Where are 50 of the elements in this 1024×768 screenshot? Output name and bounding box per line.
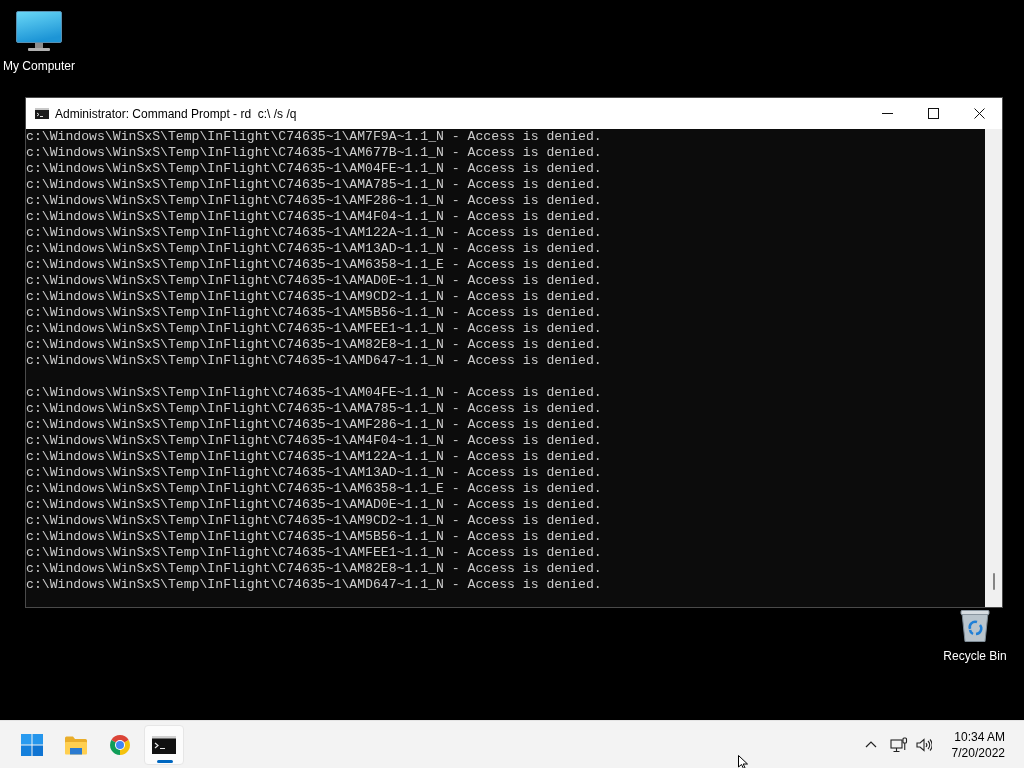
monitor-icon[interactable]	[16, 11, 62, 51]
console-line: c:\Windows\WinSxS\Temp\InFlight\C74635~1\AM5B56~1.1_N - Access is denied.	[26, 305, 602, 321]
desktop-icon-label: Recycle Bin	[943, 649, 1007, 663]
scrollbar-track[interactable]	[985, 129, 1002, 607]
console-line: c:\Windows\WinSxS\Temp\InFlight\C74635~1\AM7F9A~1.1_N - Access is denied.	[26, 129, 602, 145]
console-line: c:\Windows\WinSxS\Temp\InFlight\C74635~1\AMA785~1.1_N - Access is denied.	[26, 177, 602, 193]
console-line: c:\Windows\WinSxS\Temp\InFlight\C74635~1\AMAD0E~1.1_N - Access is denied.	[26, 497, 602, 513]
console-line: c:\Windows\WinSxS\Temp\InFlight\C74635~1\AMF286~1.1_N - Access is denied.	[26, 193, 602, 209]
folder-icon[interactable]	[64, 734, 88, 755]
console-line: c:\Windows\WinSxS\Temp\InFlight\C74635~1\AMFEE1~1.1_N - Access is denied.	[26, 545, 602, 561]
console-line: c:\Windows\WinSxS\Temp\InFlight\C74635~1\AM122A~1.1_N - Access is denied.	[26, 225, 602, 241]
console-line: c:\Windows\WinSxS\Temp\InFlight\C74635~1\AM6358~1.1_E - Access is denied.	[26, 257, 602, 273]
taskbar-button[interactable]	[144, 724, 184, 765]
console-line: c:\Windows\WinSxS\Temp\InFlight\C74635~1\AM04FE~1.1_N - Access is denied.	[26, 161, 602, 177]
console-line: c:\Windows\WinSxS\Temp\InFlight\C74635~1\AM4F04~1.1_N - Access is denied.	[26, 209, 602, 225]
minimize-icon[interactable]	[881, 113, 893, 114]
segmented-ring-icon[interactable]	[109, 733, 131, 756]
console-line: c:\Windows\WinSxS\Temp\InFlight\C74635~1\AMD647~1.1_N - Access is denied.	[26, 353, 602, 369]
console-line: c:\Windows\WinSxS\Temp\InFlight\C74635~1\AM9CD2~1.1_N - Access is denied.	[26, 289, 602, 305]
window-title: Administrator: Command Prompt - rd c:\ /s /q	[55, 105, 298, 123]
console-line: c:\Windows\WinSxS\Temp\InFlight\C74635~1\AMAD0E~1.1_N - Access is denied.	[26, 273, 602, 289]
clock-date[interactable]: 7/20/2022	[951, 744, 1005, 761]
active-indicator-icon	[157, 759, 173, 763]
console-line: c:\Windows\WinSxS\Temp\InFlight\C74635~1\AM82E8~1.1_N - Access is denied.	[26, 561, 602, 577]
four-squares-icon[interactable]	[21, 733, 43, 756]
console-line: c:\Windows\WinSxS\Temp\InFlight\C74635~1\AM5B56~1.1_N - Access is denied.	[26, 529, 602, 545]
console-line: c:\Windows\WinSxS\Temp\InFlight\C74635~1\AM677B~1.1_N - Access is denied.	[26, 145, 602, 161]
console-line: c:\Windows\WinSxS\Temp\InFlight\C74635~1\AM9CD2~1.1_N - Access is denied.	[26, 513, 602, 529]
clock-time[interactable]: 10:34 AM	[954, 728, 1005, 745]
trash-bin-icon[interactable]	[959, 610, 991, 642]
close-icon[interactable]	[973, 108, 985, 119]
console-line: c:\Windows\WinSxS\Temp\InFlight\C74635~1\AM4F04~1.1_N - Access is denied.	[26, 433, 602, 449]
terminal-icon	[35, 108, 49, 119]
console-line: c:\Windows\WinSxS\Temp\InFlight\C74635~1\AM6358~1.1_E - Access is denied.	[26, 481, 602, 497]
scrollbar-thumb[interactable]	[992, 573, 995, 590]
console-line: c:\Windows\WinSxS\Temp\InFlight\C74635~1\AM82E8~1.1_N - Access is denied.	[26, 337, 602, 353]
console-line: c:\Windows\WinSxS\Temp\InFlight\C74635~1\AM04FE~1.1_N - Access is denied.	[26, 385, 602, 401]
console-line: c:\Windows\WinSxS\Temp\InFlight\C74635~1\AMA785~1.1_N - Access is denied.	[26, 401, 602, 417]
console-line: c:\Windows\WinSxS\Temp\InFlight\C74635~1\AM13AD~1.1_N - Access is denied.	[26, 465, 602, 481]
console-line: c:\Windows\WinSxS\Temp\InFlight\C74635~1\AMD647~1.1_N - Access is denied.	[26, 577, 602, 593]
console-line: c:\Windows\WinSxS\Temp\InFlight\C74635~1\AM122A~1.1_N - Access is denied.	[26, 449, 602, 465]
chevron-up-icon[interactable]	[864, 741, 877, 748]
console-line: c:\Windows\WinSxS\Temp\InFlight\C74635~1\AMFEE1~1.1_N - Access is denied.	[26, 321, 602, 337]
speaker-icon[interactable]	[915, 737, 932, 752]
monitor-plug-icon[interactable]	[889, 736, 908, 753]
console-line: c:\Windows\WinSxS\Temp\InFlight\C74635~1\AM13AD~1.1_N - Access is denied.	[26, 241, 602, 257]
console-line: c:\Windows\WinSxS\Temp\InFlight\C74635~1\AMF286~1.1_N - Access is denied.	[26, 417, 602, 433]
terminal-icon[interactable]	[152, 735, 176, 754]
maximize-icon[interactable]	[927, 108, 939, 119]
desktop-icon-label: My Computer	[3, 59, 75, 73]
